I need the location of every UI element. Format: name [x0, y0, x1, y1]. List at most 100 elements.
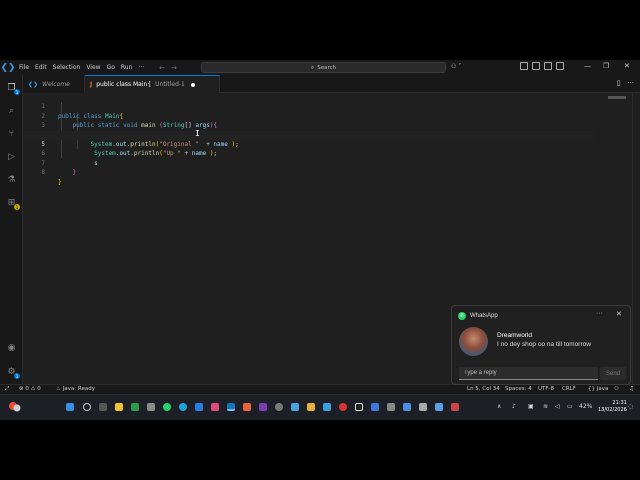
battery-percent[interactable]: 42%	[579, 403, 592, 410]
send-button[interactable]: Send	[600, 367, 626, 380]
testing-icon[interactable]: ⚗	[5, 173, 18, 186]
app-icon[interactable]	[291, 403, 299, 411]
clock-date: 13/02/2026	[598, 407, 627, 413]
code-line: 4 System.out.println("Original " + name …	[23, 121, 593, 148]
copilot-status-icon[interactable]: ⚇	[614, 386, 619, 392]
app-icon[interactable]	[339, 403, 347, 411]
wifi-icon[interactable]: ≋	[543, 403, 548, 410]
clock-time: 21:31	[612, 400, 627, 406]
copilot-icon[interactable]: ⚇ ˅	[451, 63, 461, 70]
notification-center-icon[interactable]: ◌	[628, 403, 633, 410]
close-notification-icon[interactable]: ✕	[616, 310, 622, 318]
search-label: Search	[317, 64, 337, 71]
whatsapp-taskbar-icon[interactable]	[163, 403, 171, 411]
explorer-icon[interactable]: ❐ 1	[5, 81, 20, 95]
app-icon[interactable]	[435, 403, 443, 411]
store-icon[interactable]	[131, 403, 139, 411]
menu-more[interactable]: ···	[135, 64, 147, 71]
app-icon[interactable]	[451, 403, 459, 411]
menu-selection[interactable]: Selection	[50, 64, 84, 71]
toggle-panel-icon[interactable]	[544, 62, 552, 70]
menu-view[interactable]: View	[83, 64, 103, 71]
layout-controls	[520, 62, 564, 70]
start-icon[interactable]	[66, 403, 74, 411]
taskbar-search-icon[interactable]	[83, 403, 91, 411]
app-icon[interactable]	[387, 403, 395, 411]
unsaved-dot-icon[interactable]	[190, 82, 195, 87]
sender-name: Dreamworld	[497, 332, 533, 339]
problems-status[interactable]: ⊗ 0 ⚠ 0	[19, 386, 41, 392]
code-line: 7 }	[23, 149, 593, 176]
system-clock[interactable]: 21:31 13/02/2026	[598, 400, 627, 414]
app-icon[interactable]	[147, 403, 155, 411]
tray-chevron-icon[interactable]: ∧	[497, 403, 501, 410]
app-icon[interactable]	[419, 403, 427, 411]
warning-icon: ⚠	[30, 386, 36, 392]
tab-untitled-sublabel: Untitled-1	[155, 81, 185, 88]
search-view-icon[interactable]: ⌕	[5, 104, 18, 117]
code-line: 1 public class Main{	[23, 93, 593, 119]
settings-taskbar-icon[interactable]	[275, 403, 283, 411]
task-view-icon[interactable]	[99, 403, 107, 411]
notification-header: ✆ WhatsApp	[458, 312, 498, 320]
source-control-icon[interactable]: ⑂	[5, 127, 18, 140]
layout-icon[interactable]	[520, 62, 528, 70]
tab-untitled-1[interactable]: J public class Main{ Untitled-1	[85, 75, 220, 93]
vscode-logo-icon: ❮❯	[0, 62, 16, 73]
tray-app-icon[interactable]: ▣	[528, 403, 534, 410]
app-icon[interactable]	[403, 403, 411, 411]
end-of-line[interactable]: CRLF	[562, 386, 576, 392]
tab-welcome[interactable]: ❮❯ Welcome	[23, 75, 85, 93]
close-icon[interactable]: ✕	[624, 62, 630, 70]
toggle-sidebar-icon[interactable]	[532, 62, 540, 70]
file-explorer-icon[interactable]	[115, 403, 123, 411]
app-icon[interactable]	[323, 403, 331, 411]
encoding[interactable]: UTF-8	[538, 386, 554, 392]
minimize-icon[interactable]: —	[584, 62, 591, 70]
vscode-taskbar-icon[interactable]	[227, 403, 235, 411]
battery-icon[interactable]: ▭	[567, 403, 573, 410]
explorer-badge: 1	[14, 89, 20, 95]
java-status[interactable]: ♨ Java: Ready	[56, 386, 95, 392]
code-line: 8 }	[23, 159, 593, 185]
app-icon[interactable]	[371, 403, 379, 411]
extensions-icon[interactable]: ⊞ 1	[5, 196, 20, 210]
split-editor-icon[interactable]: ▯	[617, 79, 621, 87]
weather-icon[interactable]	[8, 401, 22, 413]
reply-input[interactable]	[459, 367, 598, 380]
menu-go[interactable]: Go	[104, 64, 118, 71]
notifications-bell-icon[interactable]: ♫	[629, 386, 634, 392]
language-mode[interactable]: {} Java	[588, 386, 608, 392]
menu-edit[interactable]: Edit	[32, 64, 50, 71]
account-icon[interactable]: ◉	[5, 341, 18, 354]
brave-icon[interactable]	[243, 403, 251, 411]
code-line: 3 String name = "Emmanuel jake";	[23, 112, 593, 138]
java-status-label: Java: Ready	[62, 386, 95, 392]
app-icon[interactable]	[307, 403, 315, 411]
mic-icon[interactable]: ♪	[512, 403, 516, 410]
message-text: I no dey shop oo na till tomorrow	[497, 341, 591, 348]
app-icon[interactable]	[355, 403, 363, 411]
minimap[interactable]	[608, 96, 626, 99]
cursor-position[interactable]: Ln 5, Col 34	[467, 386, 500, 392]
run-debug-icon[interactable]: ▷	[5, 150, 18, 163]
more-options-icon[interactable]: ···	[596, 310, 603, 317]
edge-icon[interactable]	[179, 403, 187, 411]
more-actions-icon[interactable]: ···	[627, 79, 634, 87]
menu-run[interactable]: Run	[118, 64, 136, 71]
menu-file[interactable]: File	[16, 64, 32, 71]
volume-icon[interactable]: ◁	[555, 403, 560, 410]
toggle-secondary-sidebar-icon[interactable]	[556, 62, 564, 70]
app-icon[interactable]	[211, 403, 219, 411]
avatar	[459, 327, 488, 356]
nav-back-forward-icons[interactable]: ←→	[159, 64, 183, 72]
remote-icon[interactable]: ⤢	[5, 386, 9, 393]
manage-gear-icon[interactable]: ⚙ 1	[5, 365, 20, 379]
vertical-scrollbar[interactable]	[632, 93, 640, 384]
visual-studio-icon[interactable]	[259, 403, 267, 411]
command-center-search[interactable]: ⌕ Search	[201, 62, 446, 73]
app-icon[interactable]	[195, 403, 203, 411]
maximize-icon[interactable]: ❐	[603, 62, 609, 70]
windows-taskbar: ∧ ♪ ▣ ≋ ◁ ▭ 42% 21:31 13/02/2026 ◌	[0, 394, 640, 420]
indentation[interactable]: Spaces: 4	[505, 386, 532, 392]
